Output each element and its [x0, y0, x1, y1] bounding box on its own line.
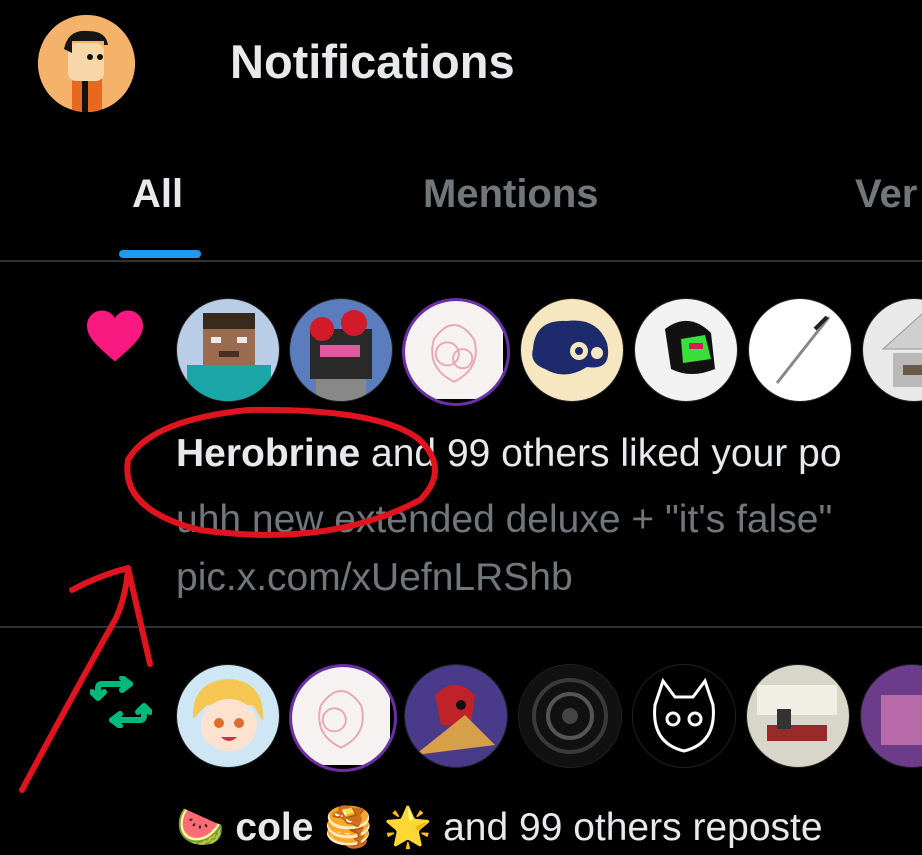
notification-text: Herobrine and 99 others liked your po	[176, 432, 842, 476]
avatar[interactable]	[748, 298, 852, 402]
avatar[interactable]	[518, 664, 622, 768]
post-link[interactable]: pic.x.com/xUefnLRShb	[176, 556, 573, 600]
avatar[interactable]	[520, 298, 624, 402]
tab-bar: All Mentions Ver	[0, 150, 922, 260]
avatar[interactable]	[634, 298, 738, 402]
notification-text: 🍉 cole 🥞 🌟 and 99 others reposte	[176, 804, 823, 850]
emoji: 🍉	[176, 806, 225, 849]
avatar[interactable]	[404, 664, 508, 768]
avatar[interactable]	[860, 664, 922, 768]
notification-repost[interactable]: 🍉 cole 🥞 🌟 and 99 others reposte	[0, 628, 922, 855]
notification-rest: and 99 others liked your po	[360, 432, 842, 475]
post-snippet: uhh new extended deluxe + "it's false"	[176, 498, 833, 541]
avatar[interactable]	[176, 298, 280, 402]
avatar[interactable]	[176, 664, 280, 768]
repost-icon	[90, 676, 152, 728]
notification-rest: and 99 others reposte	[432, 806, 823, 849]
avatar[interactable]	[289, 664, 397, 772]
avatar[interactable]	[632, 664, 736, 768]
avatar[interactable]	[402, 298, 510, 406]
emoji: 🥞 🌟	[324, 806, 433, 849]
tab-verified[interactable]: Ver	[855, 172, 917, 217]
actor-name[interactable]: cole	[235, 806, 313, 849]
heart-icon	[87, 310, 143, 362]
page-title: Notifications	[230, 35, 515, 88]
avatar[interactable]	[746, 664, 850, 768]
active-tab-indicator	[119, 250, 201, 258]
avatar[interactable]	[289, 298, 393, 402]
tab-mentions[interactable]: Mentions	[423, 172, 599, 217]
actor-name[interactable]: Herobrine	[176, 432, 360, 475]
notification-like[interactable]: Herobrine and 99 others liked your po uh…	[0, 262, 922, 626]
avatar[interactable]	[862, 298, 922, 402]
header: Notifications	[0, 0, 922, 130]
tab-all[interactable]: All	[132, 172, 183, 217]
